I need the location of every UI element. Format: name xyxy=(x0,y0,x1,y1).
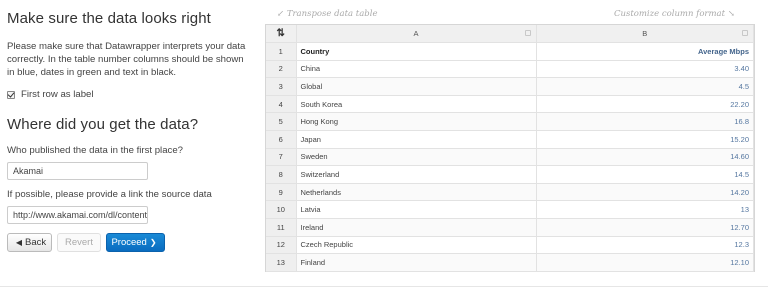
check-data-help: Please make sure that Datawrapper interp… xyxy=(7,41,246,78)
annotation-arrow-icon: ↙ xyxy=(277,9,287,19)
cell-country[interactable]: South Korea xyxy=(296,95,537,114)
table-row: 10 Latvia 13 xyxy=(266,200,754,220)
row-number: 7 xyxy=(266,148,297,167)
row-number: 3 xyxy=(266,77,297,96)
table-row: 6 Japan 15.20 xyxy=(266,130,754,149)
source-link-label: If possible, please provide a link the s… xyxy=(7,189,212,200)
proceed-button-label: Proceed xyxy=(111,237,147,248)
first-row-checkbox-label: First row as label xyxy=(21,89,94,100)
cell-value[interactable]: 13 xyxy=(536,200,754,220)
row-number: 9 xyxy=(266,183,297,202)
transpose-annotation: ↙ Transpose data table xyxy=(277,9,378,19)
table-row: 4 South Korea 22.20 xyxy=(266,95,754,114)
data-table-container: ⇅ A B 1 Country Average Mbps 2 China 3.40 3G… xyxy=(265,24,755,272)
cell-value[interactable]: 14.5 xyxy=(536,165,754,184)
row-number: 5 xyxy=(266,112,297,132)
cell-value[interactable]: 12.10 xyxy=(536,253,754,272)
table-row: 12 Czech Republic 12.3 xyxy=(266,236,754,255)
row-number: 8 xyxy=(266,165,297,184)
left-panel: Make sure the data looks right Please ma… xyxy=(7,10,252,252)
customize-annotation-text: Customize column format xyxy=(614,9,726,19)
column-header-b[interactable]: B xyxy=(536,25,754,44)
source-title: Where did you get the data? xyxy=(7,116,199,133)
transpose-button[interactable]: ⇅ xyxy=(266,25,297,44)
table-row: 3 Global 4.5 xyxy=(266,77,754,96)
row-number: 4 xyxy=(266,95,297,114)
table-row: 11 Ireland 12.70 xyxy=(266,218,754,237)
cell-country[interactable]: Sweden xyxy=(296,148,537,167)
column-header-label: A xyxy=(413,29,419,39)
cell-value[interactable]: 4.5 xyxy=(536,77,754,96)
back-button-label: Back xyxy=(25,237,47,248)
table-row: 8 Switzerland 14.5 xyxy=(266,165,754,184)
source-link-input[interactable]: http://www.akamai.com/dl/content/q4 xyxy=(7,206,148,224)
row-number: 10 xyxy=(266,200,297,220)
column-header-a[interactable]: A xyxy=(296,25,537,44)
customize-annotation: Customize column format ↘ xyxy=(614,9,735,19)
row-number: 12 xyxy=(266,236,297,255)
row-number: 1 xyxy=(266,42,297,61)
publisher-label: Who published the data in the first plac… xyxy=(7,145,183,156)
column-format-icon[interactable] xyxy=(742,30,748,36)
cell-country[interactable]: Country xyxy=(296,42,537,61)
annotation-arrow-icon: ↘ xyxy=(725,9,735,19)
table-row: 5 Hong Kong 16.8 xyxy=(266,112,754,132)
table-row: 1 Country Average Mbps xyxy=(266,42,754,61)
cell-country[interactable]: Latvia xyxy=(296,200,537,220)
cell-country[interactable]: Global xyxy=(296,77,537,96)
chevron-right-icon: ❯ xyxy=(149,238,157,247)
cell-country[interactable]: Ireland xyxy=(296,218,537,237)
column-header-label: B xyxy=(642,29,648,39)
transpose-icon: ⇅ xyxy=(276,28,285,40)
chevron-left-icon: ◀ xyxy=(15,238,23,247)
row-number: 11 xyxy=(266,218,297,237)
page-divider xyxy=(0,286,768,287)
cell-value[interactable]: 12.3 xyxy=(536,236,754,255)
cell-value[interactable]: 16.8 xyxy=(536,112,754,132)
cell-country[interactable]: Czech Republic xyxy=(296,236,537,255)
nav-buttons: ◀ Back Revert Proceed ❯ xyxy=(7,233,252,252)
cell-value[interactable]: Average Mbps xyxy=(536,42,754,61)
cell-value[interactable]: 14.20 xyxy=(536,183,754,202)
table-row: 7 Sweden 14.60 xyxy=(266,148,754,167)
first-row-checkbox[interactable] xyxy=(7,90,15,99)
cell-value[interactable]: 14.60 xyxy=(536,148,754,167)
cell-value[interactable]: 15.20 xyxy=(536,130,754,149)
row-number: 6 xyxy=(266,130,297,149)
cell-country[interactable]: Finland xyxy=(296,253,537,272)
publisher-input[interactable]: Akamai xyxy=(7,162,148,180)
row-number: 13 xyxy=(266,253,297,272)
cell-country[interactable]: Netherlands xyxy=(296,183,537,202)
column-header-row: ⇅ A B xyxy=(266,25,754,44)
proceed-button[interactable]: Proceed ❯ xyxy=(106,233,165,252)
cell-value[interactable]: 22.20 xyxy=(536,95,754,114)
column-format-icon[interactable] xyxy=(524,30,531,36)
table-row: 13 Finland 12.10 xyxy=(266,253,754,272)
revert-button-label: Revert xyxy=(65,237,93,248)
cell-value[interactable]: 12.70 xyxy=(536,218,754,237)
revert-button[interactable]: Revert xyxy=(57,233,101,252)
cell-country[interactable]: Hong Kong xyxy=(296,112,537,132)
check-data-title: Make sure the data looks right xyxy=(7,10,211,27)
first-row-label-option[interactable]: First row as label xyxy=(7,89,252,100)
row-number: 2 xyxy=(266,60,297,79)
back-button[interactable]: ◀ Back xyxy=(7,233,52,252)
table-row: 2 China 3.40 xyxy=(266,60,754,79)
table-row: 9 Netherlands 14.20 xyxy=(266,183,754,202)
data-table: ⇅ A B 1 Country Average Mbps 2 China 3.40 3G… xyxy=(266,25,754,272)
cell-value[interactable]: 3.40 xyxy=(536,60,754,79)
cell-country[interactable]: Switzerland xyxy=(296,165,537,184)
cell-country[interactable]: China xyxy=(296,60,537,79)
cell-country[interactable]: Japan xyxy=(296,130,537,149)
transpose-annotation-text: Transpose data table xyxy=(286,9,378,19)
